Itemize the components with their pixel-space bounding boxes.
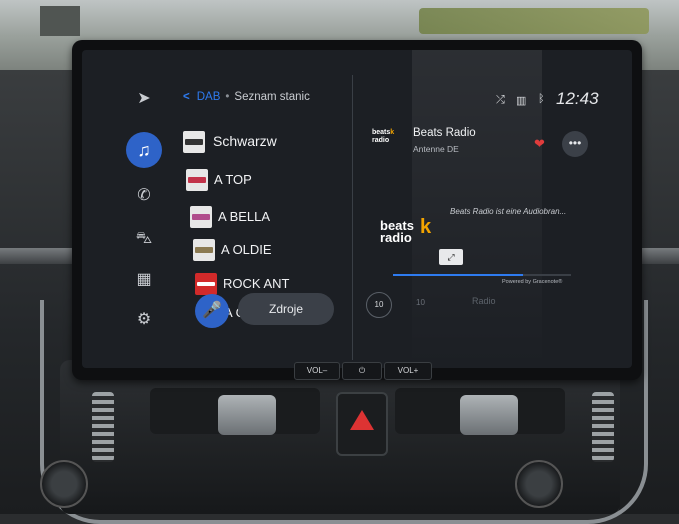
logo-text-2: radio	[372, 137, 390, 144]
station-logo	[183, 131, 205, 153]
now-playing-title: Beats Radio	[413, 127, 476, 139]
favorite-heart-icon[interactable]: ❤	[534, 136, 545, 152]
station-logo	[190, 206, 212, 228]
powered-by-label: Powered by Gracenote®	[502, 279, 563, 285]
station-name: A OLDIE	[221, 242, 272, 257]
station-logo	[193, 239, 215, 261]
station-logo	[195, 273, 217, 295]
station-logo	[186, 169, 208, 191]
station-item[interactable]: Schwarzw	[183, 128, 343, 158]
breadcrumb: < DAB • Seznam stanic	[183, 91, 310, 103]
shuffle-icon: ⤮	[496, 94, 505, 106]
power-button[interactable]: ⏻	[342, 362, 382, 380]
station-name: Schwarzw	[213, 133, 277, 149]
station-logo-small: beatsk radio	[372, 129, 395, 144]
settings-icon[interactable]: ⚙	[132, 308, 156, 332]
now-playing-subtitle: Antenne DE	[413, 144, 459, 154]
outdoor-grass	[419, 8, 649, 34]
bluetooth-icon: ᛒ	[538, 93, 545, 105]
art-text-2: radio	[380, 230, 412, 245]
signal-icon: ▥	[516, 95, 527, 107]
hazard-button[interactable]	[336, 392, 388, 456]
radio-mode-label[interactable]: Radio	[472, 296, 496, 306]
breadcrumb-source[interactable]: DAB	[197, 91, 221, 103]
outdoor-object	[40, 6, 80, 36]
side-vent-right	[592, 392, 614, 462]
phone-icon[interactable]: ✆	[132, 184, 156, 208]
more-options-button[interactable]: •••	[562, 131, 588, 157]
apps-grid-icon[interactable]: ▦	[132, 268, 156, 292]
station-item[interactable]: A BELLA	[190, 203, 350, 233]
console-knob[interactable]	[515, 460, 563, 508]
station-artwork: beats radio k	[380, 216, 432, 245]
station-name: A TOP	[214, 172, 252, 187]
clock: 12:43	[556, 89, 599, 108]
music-icon[interactable]: ♫	[126, 132, 162, 168]
progress-bar	[393, 274, 571, 276]
sources-button[interactable]: Zdroje	[238, 293, 334, 325]
microphone-icon[interactable]: 🎤	[195, 294, 229, 328]
expand-icon[interactable]: ⤢	[439, 249, 463, 265]
station-description: Beats Radio ist eine Audiobran...	[450, 207, 567, 216]
volume-up-button[interactable]: VOL+	[384, 362, 432, 380]
back-arrow-icon[interactable]: <	[183, 91, 190, 103]
station-item[interactable]: A TOP	[186, 166, 346, 196]
station-name: A BELLA	[218, 209, 271, 224]
station-name: ROCK ANT	[223, 276, 290, 291]
forward-button[interactable]: 10	[416, 298, 425, 307]
station-item[interactable]: A OLDIE	[193, 236, 353, 266]
panel-divider	[352, 75, 353, 360]
progress-fill	[393, 274, 523, 276]
volume-down-button[interactable]: VOL–	[294, 362, 340, 380]
start-button[interactable]	[40, 460, 88, 508]
page-title: Seznam stanic	[234, 91, 310, 103]
side-vent-left	[92, 392, 114, 462]
rewind-button[interactable]: 10	[366, 292, 392, 318]
vent-knob-left[interactable]	[218, 395, 276, 435]
logo-text-1: beats	[372, 129, 391, 136]
vent-knob-right[interactable]	[460, 395, 518, 435]
breadcrumb-separator: •	[225, 91, 230, 103]
navigation-icon[interactable]: ➤	[132, 87, 156, 111]
car-icon[interactable]: ⛍	[132, 227, 156, 251]
hazard-icon	[350, 410, 374, 430]
app-sidebar: ➤ ♫ ✆ ⛍ ▦ ⚙	[120, 82, 170, 367]
